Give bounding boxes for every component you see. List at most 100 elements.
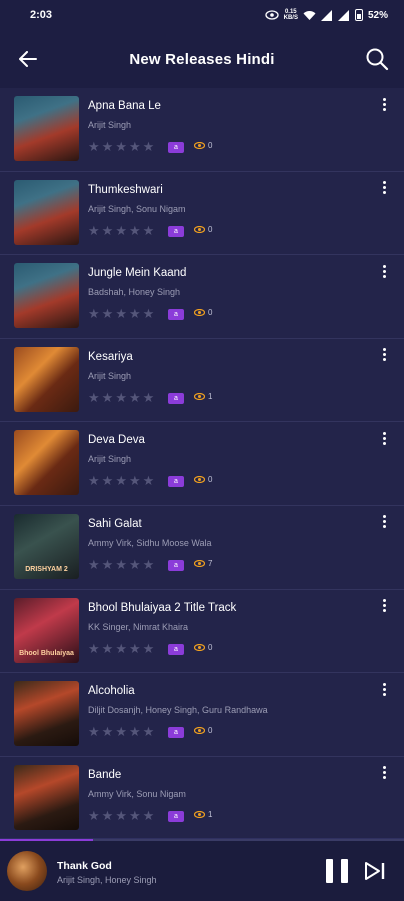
star-icon[interactable]: ★ xyxy=(88,307,100,321)
more-options-button[interactable] xyxy=(376,261,392,281)
star-icon[interactable]: ★ xyxy=(129,725,141,739)
song-row[interactable]: DRISHYAM 2 Sahi Galat Ammy Virk, Sidhu Moo… xyxy=(0,506,404,590)
star-icon[interactable]: ★ xyxy=(143,140,155,154)
song-thumbnail[interactable] xyxy=(14,346,79,412)
star-icon[interactable]: ★ xyxy=(102,140,114,154)
star-icon[interactable]: ★ xyxy=(102,808,114,823)
skip-next-icon[interactable] xyxy=(364,860,386,882)
star-icon[interactable]: ★ xyxy=(143,641,155,656)
song-row[interactable]: Deva Deva Arijit Singh ★ ★ ★ ★ ★ a 0 xyxy=(0,422,404,506)
star-icon[interactable]: ★ xyxy=(143,307,155,321)
song-title[interactable]: Alcoholia xyxy=(88,685,135,697)
more-options-button[interactable] xyxy=(376,178,392,198)
song-title[interactable]: Bhool Bhulaiyaa 2 Title Track xyxy=(88,602,236,614)
song-thumbnail[interactable] xyxy=(14,430,79,496)
now-playing-artwork[interactable] xyxy=(7,851,47,891)
more-options-button[interactable] xyxy=(376,345,392,365)
rating-stars[interactable]: ★ ★ ★ ★ ★ xyxy=(88,641,155,656)
star-icon[interactable]: ★ xyxy=(115,390,127,405)
star-icon[interactable]: ★ xyxy=(129,641,141,656)
star-icon[interactable]: ★ xyxy=(102,725,114,739)
star-icon[interactable]: ★ xyxy=(88,474,100,488)
more-vert-icon xyxy=(382,682,386,686)
star-icon[interactable]: ★ xyxy=(143,223,155,238)
song-title[interactable]: Jungle Mein Kaand xyxy=(88,267,186,279)
back-button[interactable] xyxy=(14,45,42,73)
star-icon[interactable]: ★ xyxy=(143,725,155,739)
star-icon[interactable]: ★ xyxy=(129,808,141,823)
song-title[interactable]: Thumkeshwari xyxy=(88,184,163,196)
song-thumbnail[interactable]: Bhool Bhulaiyaa xyxy=(14,597,79,663)
song-thumbnail[interactable] xyxy=(14,179,79,245)
song-row[interactable]: Kesariya Arijit Singh ★ ★ ★ ★ ★ a 1 xyxy=(0,339,404,423)
star-icon[interactable]: ★ xyxy=(143,557,155,572)
rating-stars[interactable]: ★ ★ ★ ★ ★ xyxy=(88,474,154,488)
song-row[interactable]: Bhool Bhulaiyaa Bhool Bhulaiyaa 2 Title T… xyxy=(0,590,404,674)
star-icon[interactable]: ★ xyxy=(143,390,155,405)
star-icon[interactable]: ★ xyxy=(102,557,114,572)
star-icon[interactable]: ★ xyxy=(102,390,114,405)
star-icon[interactable]: ★ xyxy=(129,140,141,154)
star-icon[interactable]: ★ xyxy=(129,307,141,321)
star-icon[interactable]: ★ xyxy=(115,641,127,656)
star-icon[interactable]: ★ xyxy=(115,140,127,154)
rating-stars[interactable]: ★ ★ ★ ★ ★ xyxy=(88,557,155,572)
song-row[interactable]: Jungle Mein Kaand Badshah, Honey Singh ★ ★ ★… xyxy=(0,255,404,339)
star-icon[interactable]: ★ xyxy=(115,307,127,321)
star-icon[interactable]: ★ xyxy=(115,557,127,572)
star-icon[interactable]: ★ xyxy=(129,474,141,488)
star-icon[interactable]: ★ xyxy=(88,725,100,739)
star-icon[interactable]: ★ xyxy=(88,390,100,405)
song-thumbnail[interactable] xyxy=(14,681,79,747)
more-options-button[interactable] xyxy=(376,763,392,783)
star-icon[interactable]: ★ xyxy=(88,140,100,154)
song-title[interactable]: Sahi Galat xyxy=(88,518,142,530)
song-row[interactable]: Thumkeshwari Arijit Singh, Sonu Nigam ★ ★ ★ ★… xyxy=(0,172,404,256)
star-icon[interactable]: ★ xyxy=(102,641,114,656)
song-row[interactable]: Apna Bana Le Arijit Singh ★ ★ ★ ★ ★ a 0 xyxy=(0,88,404,172)
song-title[interactable]: Kesariya xyxy=(88,351,133,363)
rating-stars[interactable]: ★ ★ ★ ★ ★ xyxy=(88,390,155,405)
rating-stars[interactable]: ★ ★ ★ ★ ★ xyxy=(88,223,155,238)
song-row[interactable]: Alcoholia Diljit Dosanjh, Honey Singh, Gu… xyxy=(0,673,404,757)
star-icon[interactable]: ★ xyxy=(88,223,100,238)
star-icon[interactable]: ★ xyxy=(102,307,114,321)
star-icon[interactable]: ★ xyxy=(129,223,141,238)
star-icon[interactable]: ★ xyxy=(115,808,127,823)
star-icon[interactable]: ★ xyxy=(88,641,100,656)
search-button[interactable] xyxy=(362,44,392,74)
rating-stars[interactable]: ★ ★ ★ ★ ★ xyxy=(88,307,154,321)
star-icon[interactable]: ★ xyxy=(102,223,114,238)
star-icon[interactable]: ★ xyxy=(115,474,127,488)
more-options-button[interactable] xyxy=(376,596,392,616)
star-icon[interactable]: ★ xyxy=(129,390,141,405)
more-options-button[interactable] xyxy=(376,428,392,448)
pause-button[interactable] xyxy=(326,859,348,883)
playback-progress[interactable] xyxy=(0,839,404,841)
song-title[interactable]: Bande xyxy=(88,769,121,781)
rating-stars[interactable]: ★ ★ ★ ★ ★ xyxy=(88,140,154,154)
song-title[interactable]: Apna Bana Le xyxy=(88,100,161,112)
rating-stars[interactable]: ★ ★ ★ ★ ★ xyxy=(88,725,154,739)
star-icon[interactable]: ★ xyxy=(115,223,127,238)
song-thumbnail[interactable] xyxy=(14,96,79,161)
song-row[interactable]: Bande Ammy Virk, Sonu Nigam ★ ★ ★ ★ ★ a 1 xyxy=(0,757,404,841)
more-options-button[interactable] xyxy=(376,512,392,532)
star-icon[interactable]: ★ xyxy=(143,474,155,488)
star-icon[interactable]: ★ xyxy=(143,808,155,823)
song-title[interactable]: Deva Deva xyxy=(88,434,145,446)
mini-player[interactable]: Thank God Arijit Singh, Honey Singh xyxy=(0,838,404,901)
now-playing-title[interactable]: Thank God xyxy=(57,860,112,872)
star-icon[interactable]: ★ xyxy=(88,808,100,823)
song-thumbnail[interactable]: DRISHYAM 2 xyxy=(14,513,79,579)
more-options-button[interactable] xyxy=(376,94,392,114)
star-icon[interactable]: ★ xyxy=(102,474,114,488)
song-thumbnail[interactable] xyxy=(14,263,79,329)
arrow-left-icon xyxy=(19,51,37,67)
rating-stars[interactable]: ★ ★ ★ ★ ★ xyxy=(88,808,155,823)
more-options-button[interactable] xyxy=(376,679,392,699)
star-icon[interactable]: ★ xyxy=(115,725,127,739)
star-icon[interactable]: ★ xyxy=(129,557,141,572)
song-thumbnail[interactable] xyxy=(14,764,79,830)
star-icon[interactable]: ★ xyxy=(88,557,100,572)
